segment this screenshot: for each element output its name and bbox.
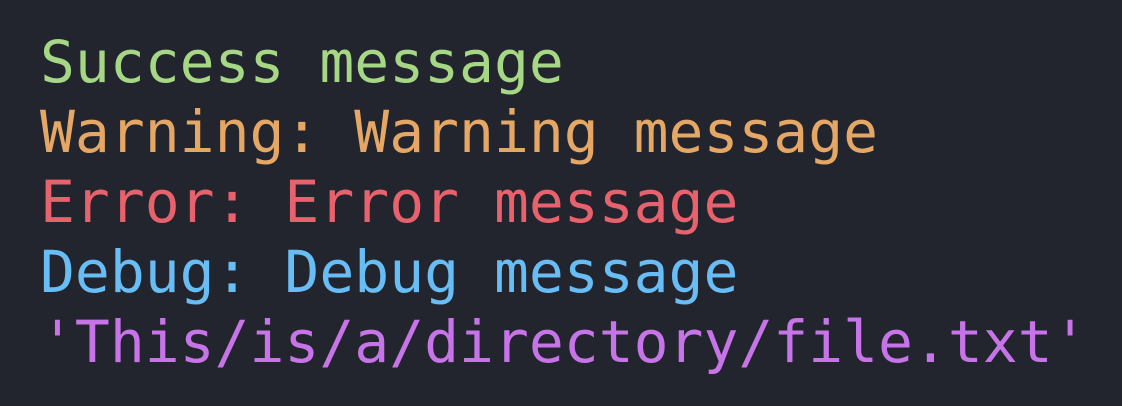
terminal-output[interactable]: Success message Warning: Warning message… <box>0 0 1122 406</box>
path-line: 'This/is/a/directory/file.txt' <box>40 308 1088 376</box>
debug-line: Debug: Debug message <box>40 238 739 306</box>
error-line: Error: Error message <box>40 168 739 236</box>
warning-line: Warning: Warning message <box>40 98 879 166</box>
success-line: Success message <box>40 28 564 96</box>
